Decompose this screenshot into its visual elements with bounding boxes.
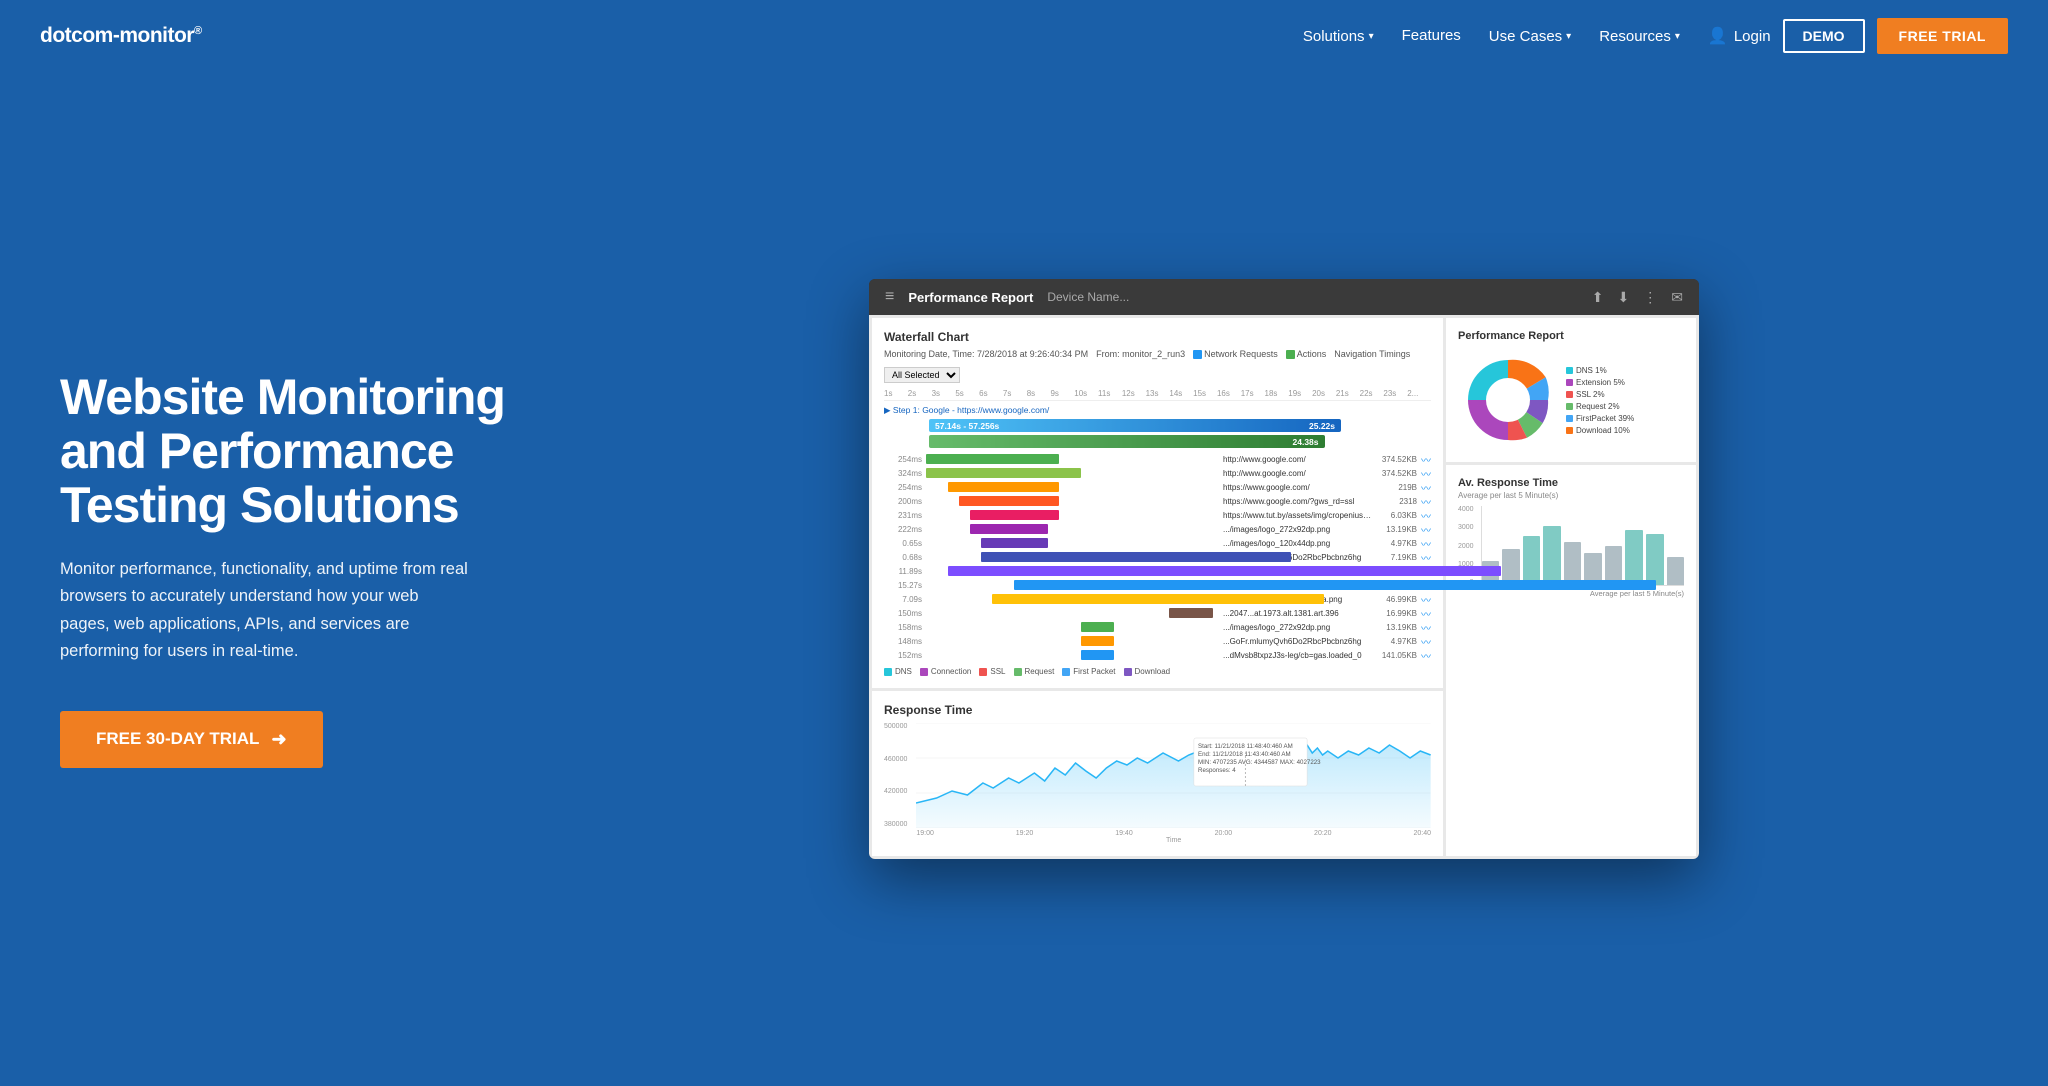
legend-dns: DNS [884,667,912,676]
avg-response-subtitle: Average per last 5 Minute(s) [1458,491,1684,500]
waterfall-row: 11.89s...dMvsb8txpzJ3s-leg/cb=gas.loaded… [884,565,1431,577]
legend-download: Download [1124,667,1171,676]
nav-solutions[interactable]: Solutions▾ [1303,28,1374,45]
waterfall-highlight-bar-1: 57.14s - 57.256s 25.22s [884,419,1431,432]
hero-left: Website Monitoring and Performance Testi… [60,370,520,768]
network-requests-cb[interactable]: Network Requests [1193,349,1278,359]
actions-cb[interactable]: Actions [1286,349,1327,359]
svg-text:Start: 11/21/2018 11:48:40:460: Start: 11/21/2018 11:48:40:460 AM [1198,743,1293,750]
waterfall-panel: Waterfall Chart Monitoring Date, Time: 7… [872,318,1443,688]
avg-response-title: Av. Response Time [1458,477,1684,489]
more-icon[interactable]: ⋮ [1643,289,1657,306]
share-icon[interactable]: ⬆ [1592,289,1604,306]
avg-response-x-label: Average per last 5 Minute(s) [1458,589,1684,598]
response-time-main-panel: Response Time 500000 460000 420000 38000… [872,691,1443,856]
nav-links: Solutions▾ Features Use Cases▾ Resources… [1303,27,1680,45]
waterfall-legend: DNS Connection SSL Request First Packet … [884,667,1431,676]
dashboard-title: Performance Report [908,290,1033,305]
performance-report-panel: Performance Report [1446,318,1696,462]
navbar: dotcom-monitor® Solutions▾ Features Use … [0,0,2048,72]
waterfall-row: 222ms.../images/logo_272x92dp.png13.19KB… [884,523,1431,535]
hero-right: ≡ Performance Report Device Name... ⬆ ⬇ … [570,279,1998,859]
hero-description: Monitor performance, functionality, and … [60,556,470,665]
free-trial-nav-button[interactable]: FREE TRIAL [1877,18,2008,54]
waterfall-rows: 254mshttp://www.google.com/374.52KB〰 324m… [884,453,1431,661]
waterfall-title: Waterfall Chart [884,330,1431,344]
download-icon[interactable]: ⬇ [1618,289,1630,306]
highlight-time-range: 57.14s - 57.256s [935,421,999,431]
pie-chart-area: DNS 1% Extension 5% SSL 2% Request 2% Fi… [1458,350,1684,450]
legend-connection: Connection [920,667,971,676]
svg-text:MIN: 4707235 AVG: 4344587 MAX:: MIN: 4707235 AVG: 4344587 MAX: 4027223 [1198,759,1321,766]
waterfall-row: 0.65s.../images/logo_120x44dp.png4.97KB〰 [884,537,1431,549]
waterfall-row: 200mshttps://www.google.com/?gws_rd=ssl2… [884,495,1431,507]
waterfall-row: 324mshttp://www.google.com/374.52KB〰 [884,467,1431,479]
waterfall-row: 148ms...GoFr.mlumyQvh6Do2RbcPbcbnz6hg4.9… [884,635,1431,647]
dashboard-menu-icon: ≡ [885,288,894,306]
timeline-ruler: 1s2s3s5s6s7s8s9s10s11s12s13s14s15s16s17s… [884,389,1431,401]
svg-text:Responses: 4: Responses: 4 [1198,767,1236,774]
nav-actions: 👤 Login DEMO FREE TRIAL [1708,18,2008,54]
hero-section: Website Monitoring and Performance Testi… [0,72,2048,1086]
waterfall-row: 0.68s...GoFr.mlumyQvh6Do2RbcPbcbnz6hg7.1… [884,551,1431,563]
waterfall-row: 15.27s...2047...at.1973.alt.1381.art.395… [884,579,1431,591]
waterfall-highlight-bar-2: 24.38s [884,435,1431,448]
nav-resources[interactable]: Resources▾ [1599,28,1680,45]
waterfall-row: 231mshttps://www.tut.by/assets/img/crope… [884,509,1431,521]
avg-response-panel: Av. Response Time Average per last 5 Min… [1446,465,1696,856]
response-time-chart: Start: 11/21/2018 11:48:40:460 AM End: 1… [916,723,1431,828]
perf-report-title: Performance Report [1458,330,1684,342]
waterfall-row: 152ms...dMvsb8txpzJ3s-leg/cb=gas.loaded_… [884,649,1431,661]
waterfall-step-row: ▶ Step 1: Google - https://www.google.co… [884,405,1431,416]
logo[interactable]: dotcom-monitor® [40,24,202,48]
dashboard-header-actions: ⬆ ⬇ ⋮ ✉ [1592,289,1683,306]
waterfall-meta: Monitoring Date, Time: 7/28/2018 at 9:26… [884,349,1431,383]
waterfall-row: 254mshttp://www.google.com/374.52KB〰 [884,453,1431,465]
nav-features[interactable]: Features [1402,27,1461,44]
highlight-duration-2: 24.38s [1293,437,1319,447]
waterfall-row: 7.09s...google.com/textassistant/ta.png4… [884,593,1431,605]
waterfall-row: 254mshttps://www.google.com/219B〰 [884,481,1431,493]
legend-ssl: SSL [979,667,1005,676]
hero-heading: Website Monitoring and Performance Testi… [60,370,520,532]
login-button[interactable]: 👤 Login [1708,26,1771,46]
bar-chart [1481,506,1684,586]
nav-use-cases[interactable]: Use Cases▾ [1489,28,1571,45]
nav-timings-cb: Navigation Timings [1334,349,1410,359]
waterfall-row: 150ms...2047...at.1973.alt.1381.art.3961… [884,607,1431,619]
legend-request: Request [1014,667,1055,676]
all-selected-dropdown[interactable]: All Selected [884,367,960,383]
highlight-duration-1: 25.22s [1309,421,1335,431]
dashboard-subtitle: Device Name... [1047,290,1129,304]
pie-chart [1458,350,1558,450]
pie-legend: DNS 1% Extension 5% SSL 2% Request 2% Fi… [1566,366,1634,435]
waterfall-row: 158ms.../images/logo_272x92dp.png13.19KB… [884,621,1431,633]
svg-text:End: 11/21/2018 11:43:40:460 A: End: 11/21/2018 11:43:40:460 AM [1198,751,1291,758]
cta-button[interactable]: FREE 30-DAY TRIAL ➜ [60,711,323,768]
legend-first-packet: First Packet [1062,667,1115,676]
dashboard-mockup: ≡ Performance Report Device Name... ⬆ ⬇ … [869,279,1699,859]
demo-button[interactable]: DEMO [1783,19,1865,53]
dashboard-body: Waterfall Chart Monitoring Date, Time: 7… [869,315,1699,859]
response-time-title: Response Time [884,703,1431,717]
dashboard-header: ≡ Performance Report Device Name... ⬆ ⬇ … [869,279,1699,315]
cta-arrow-icon: ➜ [271,729,286,750]
close-icon[interactable]: ✉ [1671,289,1683,306]
